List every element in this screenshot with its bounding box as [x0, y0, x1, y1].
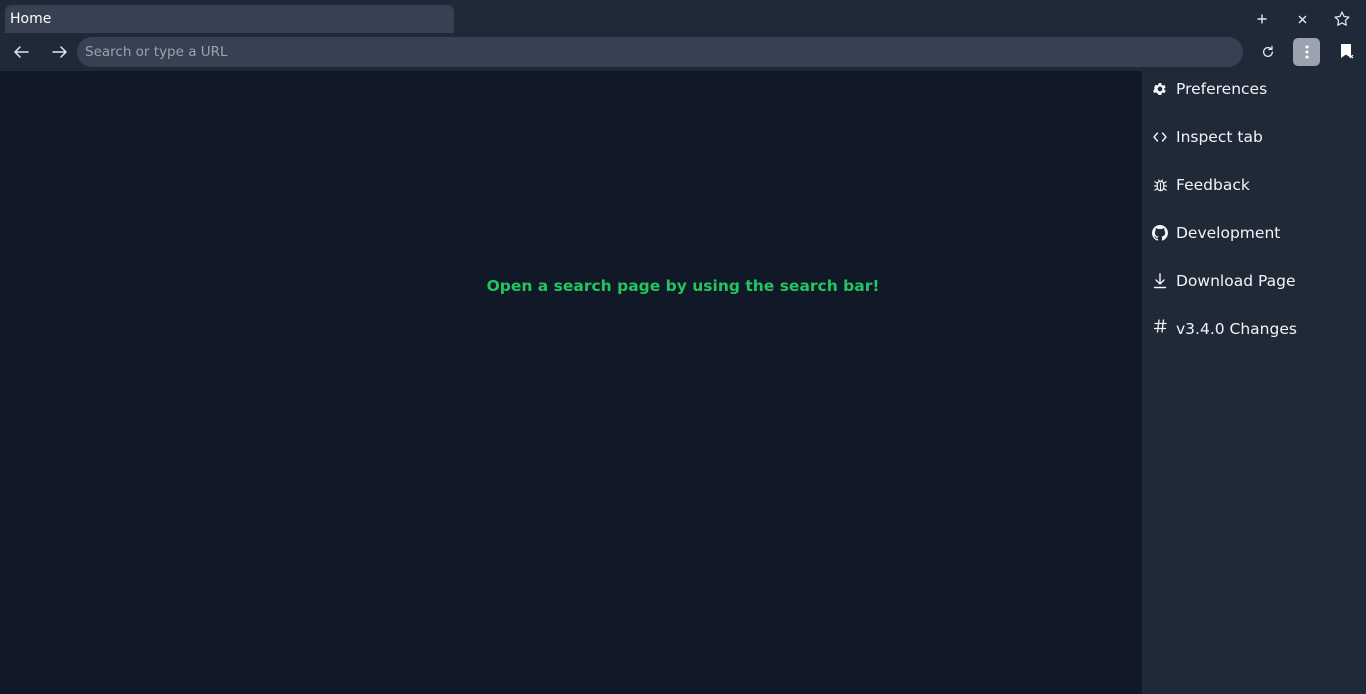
menu-item-label: Development — [1176, 224, 1281, 242]
forward-arrow-icon[interactable] — [50, 43, 70, 61]
tab-strip: Home — [0, 0, 1366, 37]
menu-button[interactable] — [1293, 38, 1320, 66]
menu-item-inspect-tab[interactable]: Inspect tab — [1142, 117, 1366, 157]
code-icon — [1152, 129, 1168, 145]
menu-item-label: Preferences — [1176, 80, 1268, 98]
reload-icon[interactable] — [1259, 43, 1277, 61]
toolbar — [0, 37, 1366, 71]
browser-menu-panel: Preferences Inspect tab Feedback Develop… — [1142, 71, 1366, 694]
page-content — [0, 71, 1142, 694]
menu-item-feedback[interactable]: Feedback — [1142, 165, 1366, 205]
menu-item-label: Download Page — [1176, 272, 1296, 290]
kebab-menu-icon — [1305, 45, 1309, 59]
star-icon[interactable] — [1332, 9, 1352, 29]
menu-item-development[interactable]: Development — [1142, 213, 1366, 253]
github-icon — [1152, 225, 1168, 241]
gear-icon — [1152, 81, 1168, 97]
bookmark-icon[interactable] — [1337, 42, 1357, 62]
tab-home[interactable]: Home — [5, 5, 454, 33]
hash-icon — [1152, 318, 1168, 334]
tab-title: Home — [10, 11, 52, 27]
menu-item-changes[interactable]: v3.4.0 Changes — [1142, 309, 1366, 349]
menu-item-label: Inspect tab — [1176, 128, 1263, 146]
download-icon — [1152, 273, 1168, 289]
bug-icon — [1152, 177, 1168, 193]
menu-item-label: v3.4.0 Changes — [1176, 320, 1297, 338]
plus-icon[interactable] — [1254, 11, 1270, 27]
close-icon[interactable] — [1294, 11, 1310, 27]
menu-item-download-page[interactable]: Download Page — [1142, 261, 1366, 301]
browser-window: Home Open a — [0, 0, 1366, 694]
menu-item-preferences[interactable]: Preferences — [1142, 69, 1366, 109]
back-arrow-icon[interactable] — [11, 43, 31, 61]
menu-item-label: Feedback — [1176, 176, 1250, 194]
url-input[interactable] — [77, 37, 1243, 67]
